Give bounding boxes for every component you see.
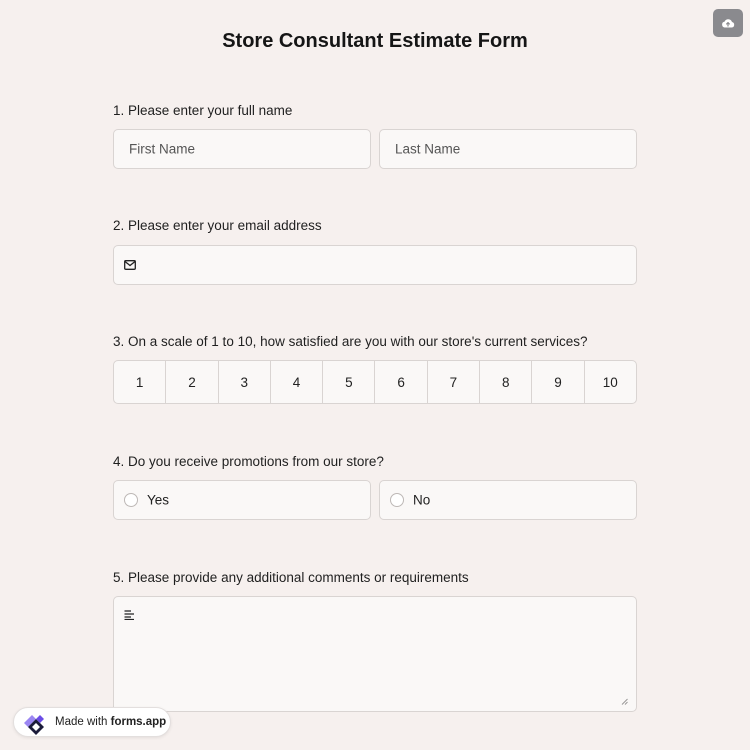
- question-4-label: 4. Do you receive promotions from our st…: [113, 454, 384, 469]
- question-1-label: 1. Please enter your full name: [113, 103, 293, 118]
- resize-handle-icon[interactable]: [619, 696, 629, 706]
- email-field[interactable]: [113, 245, 637, 285]
- badge-text: Made with forms.app: [55, 716, 166, 728]
- scale-option-6[interactable]: 6: [375, 361, 428, 403]
- scale-option-5[interactable]: 5: [323, 361, 376, 403]
- first-name-placeholder: First Name: [129, 141, 196, 157]
- radio-label-no: No: [413, 492, 431, 508]
- radio-label-yes: Yes: [147, 492, 170, 508]
- radio-option-no[interactable]: No: [379, 480, 637, 520]
- question-3-label: 3. On a scale of 1 to 10, how satisfied …: [113, 334, 588, 349]
- scale-option-9[interactable]: 9: [532, 361, 585, 403]
- radio-circle-icon: [124, 493, 138, 507]
- scale-option-7[interactable]: 7: [428, 361, 481, 403]
- made-with-badge[interactable]: Made with forms.app: [13, 707, 171, 737]
- satisfaction-scale: 1 2 3 4 5 6 7 8 9 10: [113, 360, 637, 404]
- scale-option-10[interactable]: 10: [585, 361, 636, 403]
- badge-prefix: Made with: [55, 716, 111, 728]
- radio-circle-icon: [390, 493, 404, 507]
- form-title: Store Consultant Estimate Form: [222, 30, 528, 52]
- scale-option-3[interactable]: 3: [219, 361, 271, 403]
- text-lines-icon: [123, 609, 136, 621]
- last-name-input[interactable]: Last Name: [379, 129, 637, 169]
- scale-option-2[interactable]: 2: [166, 361, 219, 403]
- forms-app-logo-icon: [20, 710, 50, 735]
- radio-option-yes[interactable]: Yes: [113, 480, 371, 520]
- comments-textarea[interactable]: [113, 596, 637, 712]
- last-name-placeholder: Last Name: [395, 141, 461, 157]
- scale-option-8[interactable]: 8: [480, 361, 533, 403]
- question-2-label: 2. Please enter your email address: [113, 218, 322, 233]
- question-5-label: 5. Please provide any additional comment…: [113, 570, 469, 585]
- first-name-input[interactable]: First Name: [113, 129, 371, 169]
- scale-option-1[interactable]: 1: [114, 361, 167, 403]
- mail-icon: [123, 259, 137, 271]
- cloud-upload-icon: [722, 19, 735, 28]
- form-page: Store Consultant Estimate Form 1. Please…: [0, 0, 750, 750]
- scale-option-4[interactable]: 4: [271, 361, 324, 403]
- badge-brand: forms.app: [110, 716, 167, 728]
